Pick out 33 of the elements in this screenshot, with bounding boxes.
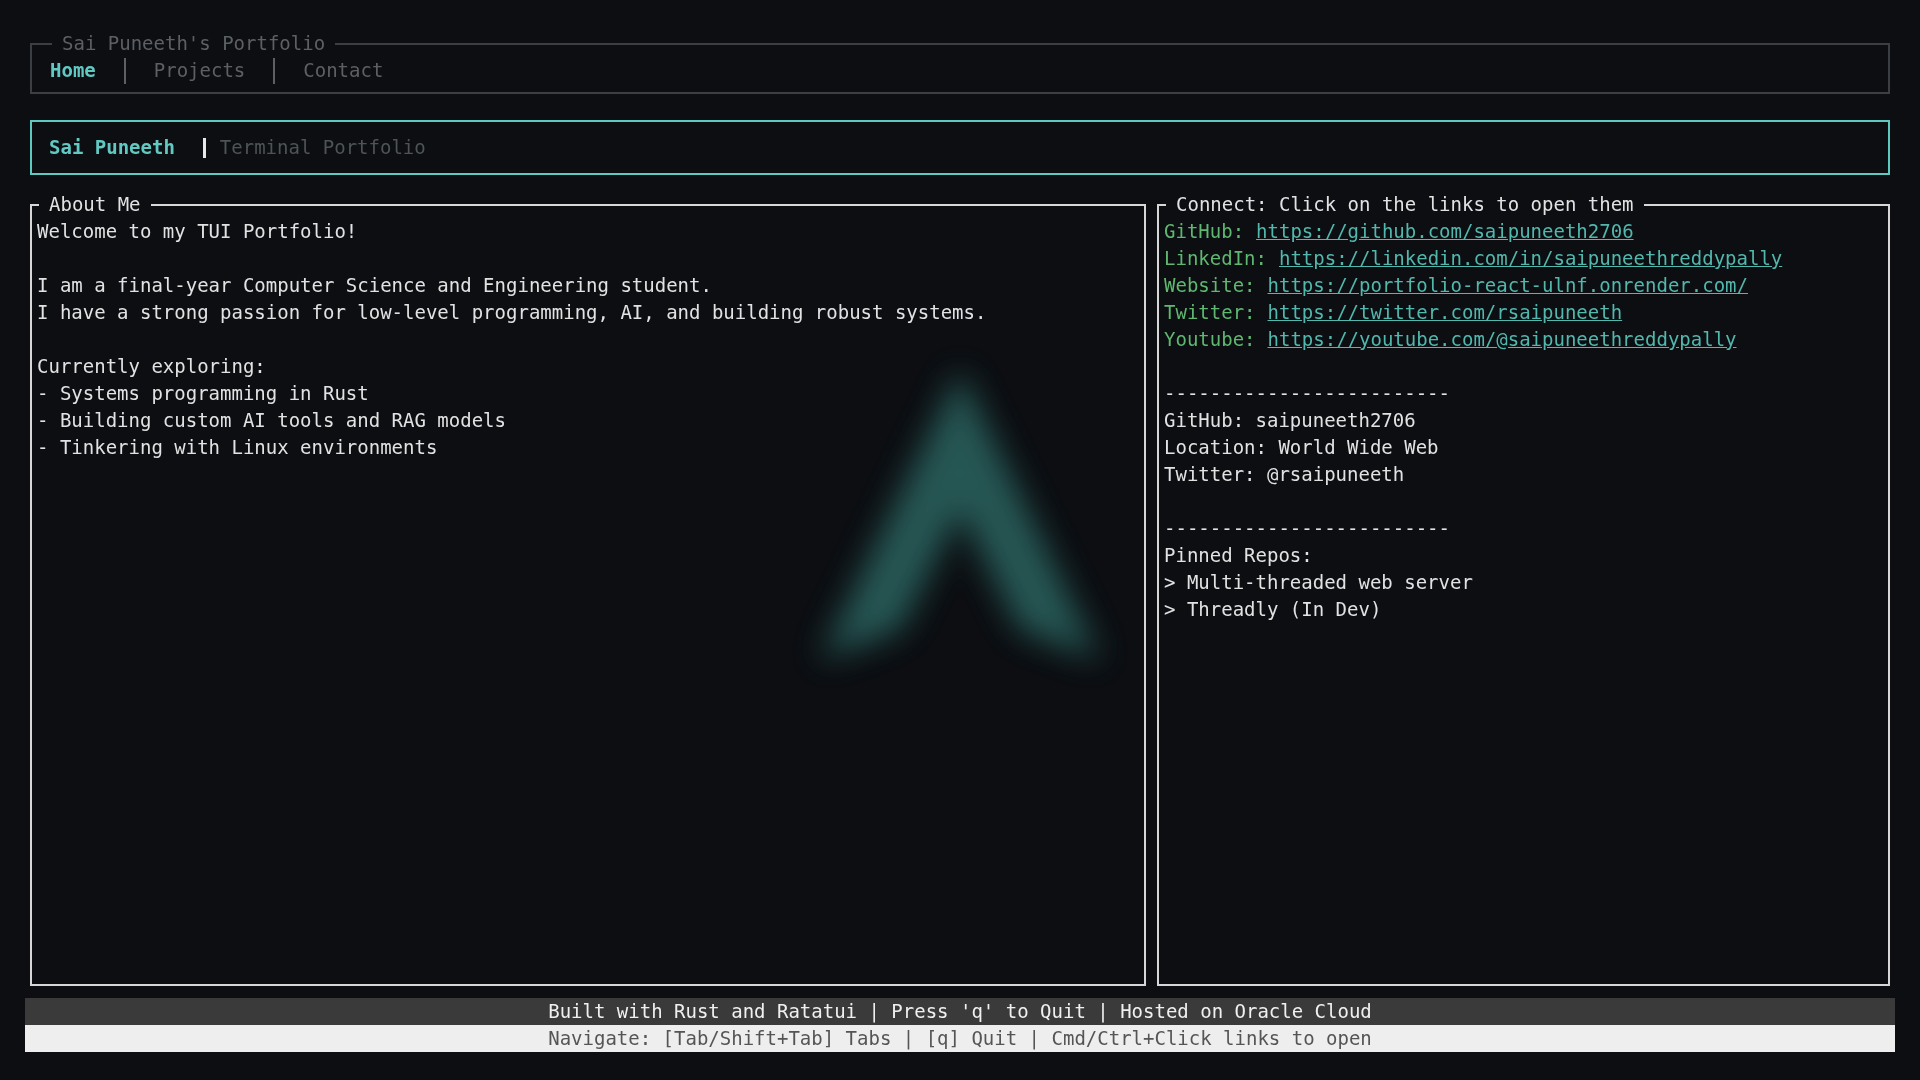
panel-title: Connect: Click on the links to open them: [1175, 192, 1635, 217]
subtitle-text: Terminal Portfolio: [219, 135, 426, 160]
name-text: Sai Puneeth: [49, 135, 175, 160]
link[interactable]: https://github.com/saipuneeth2706: [1256, 220, 1634, 242]
status-bar: Built with Rust and Ratatui | Press 'q' to Quit | Hosted on Oracle Cloud: [25, 998, 1895, 1025]
link-label: LinkedIn:: [1164, 247, 1267, 269]
link[interactable]: https://twitter.com/rsaipuneeth: [1267, 301, 1623, 323]
link-label: Website:: [1164, 274, 1256, 296]
divider-text: -------------------------: [1164, 516, 1451, 541]
text-line: GitHub: saipuneeth2706: [1164, 408, 1417, 433]
link-label: Twitter:: [1164, 301, 1256, 323]
panel-title: About Me: [48, 192, 142, 217]
tab[interactable]: Home: [50, 57, 96, 84]
link[interactable]: https://portfolio-react-ulnf.onrender.com/: [1267, 274, 1748, 296]
text-line: Welcome to my TUI Portfolio!: [37, 219, 359, 244]
text-line: - Systems programming in Rust: [37, 381, 370, 406]
repo-item: > Multi-threaded web server: [1164, 570, 1474, 595]
link-label: GitHub:: [1164, 220, 1245, 242]
section-heading: Pinned Repos:: [1164, 543, 1314, 568]
help-bar: Navigate: [Tab/Shift+Tab] Tabs | [q] Quit | Cmd/Ctrl+Click links to open: [25, 1025, 1895, 1052]
text-line: - Building custom AI tools and RAG models: [37, 408, 507, 433]
text-line: Twitter: @rsaipuneeth: [1164, 462, 1406, 487]
repo-item: > Threadly (In Dev): [1164, 597, 1383, 622]
link[interactable]: https://linkedin.com/in/saipuneethreddypally: [1278, 247, 1783, 269]
text-line: I am a final-year Computer Science and Engineering student.: [37, 273, 713, 298]
text-line: - Tinkering with Linux environments: [37, 435, 439, 460]
text-line: Location: World Wide Web: [1164, 435, 1440, 460]
divider-text: -------------------------: [1164, 381, 1451, 406]
link[interactable]: https://youtube.com/@saipuneethreddypally: [1267, 328, 1737, 350]
text-line: Currently exploring:: [37, 354, 267, 379]
window-title: Sai Puneeth's Portfolio: [61, 31, 327, 56]
text-line: I have a strong passion for low-level programming, AI, and building robust systems.: [37, 300, 988, 325]
link-label: Youtube:: [1164, 328, 1256, 350]
